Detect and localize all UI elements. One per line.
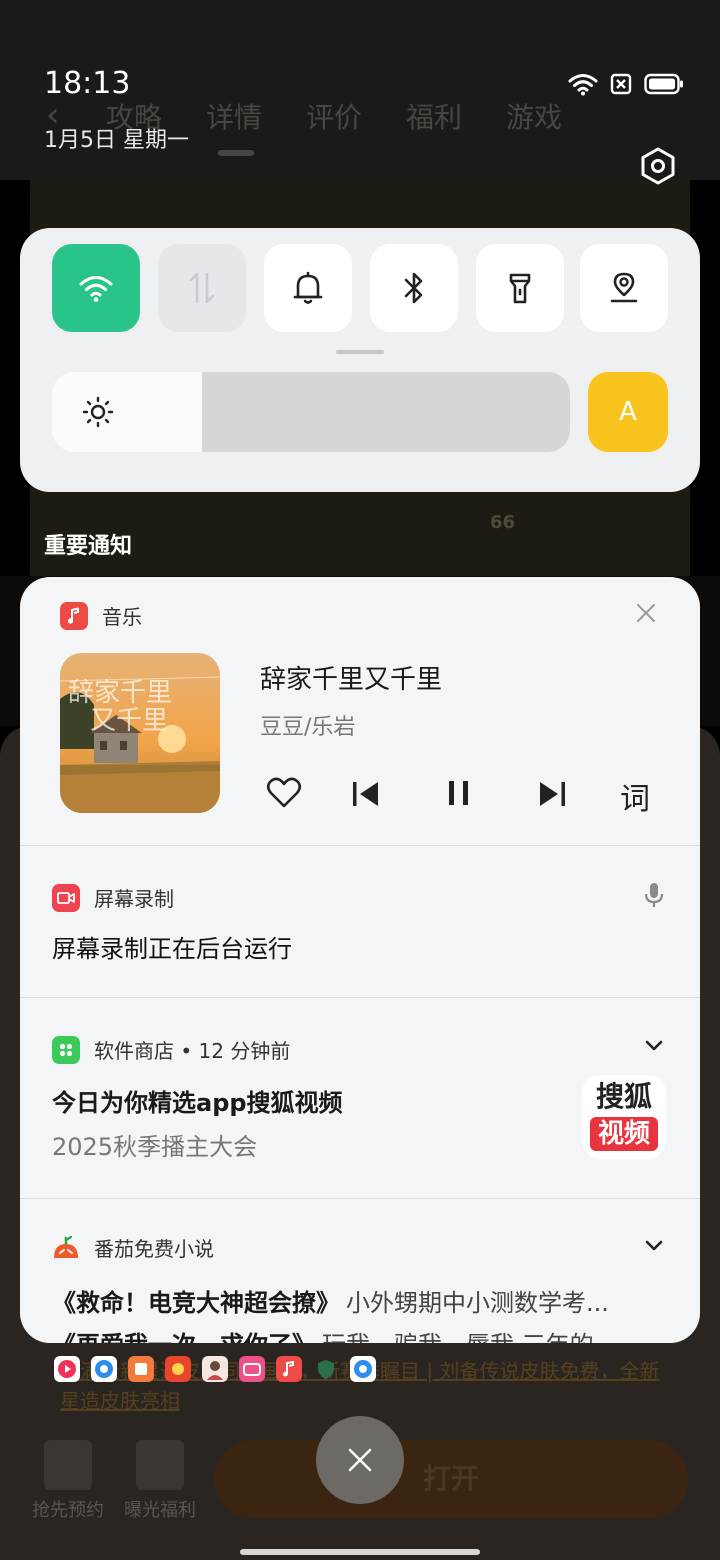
bg-tab-indicator (218, 150, 254, 156)
mobile-data-icon (186, 270, 218, 306)
screen-record-icon (52, 883, 80, 912)
screen-record-header: 屏幕录制 (52, 883, 174, 912)
status-date: 1月5日 星期一 (44, 128, 189, 153)
wifi-icon (78, 273, 114, 303)
app-store-title: 今日为你精选app搜狐视频 (52, 1089, 343, 1117)
notifications-section-title: 重要通知 (44, 534, 133, 559)
flashlight-icon (505, 270, 535, 306)
close-icon (346, 1446, 374, 1474)
divider (20, 845, 700, 846)
bg-tab: 游戏 (506, 101, 563, 134)
microphone-icon[interactable] (642, 881, 666, 909)
novel-item-desc: 玩我、骗我、辱我,三年的... (322, 1331, 617, 1343)
lyrics-button[interactable]: 词 (620, 774, 650, 818)
sun-icon (82, 396, 114, 428)
bluetooth-toggle[interactable] (370, 244, 458, 332)
home-indicator[interactable] (240, 1549, 480, 1555)
album-art[interactable]: 辞家千里 又千里 (60, 653, 220, 813)
play-app-icon (54, 1356, 80, 1382)
novel-item-title: 《救命！电竞大神超会撩》 (52, 1289, 340, 1317)
logo-text-top: 搜狐 (595, 1080, 652, 1113)
bell-icon (290, 270, 326, 306)
quick-settings-drag-handle[interactable] (336, 350, 384, 354)
song-artist: 豆豆/乐岩 (260, 715, 356, 740)
location-toggle[interactable] (580, 244, 668, 332)
bilibili-app-icon (239, 1356, 265, 1382)
location-pin-icon (607, 270, 641, 306)
mobile-data-toggle[interactable] (158, 244, 246, 332)
app-store-subtitle: 2025秋季播主大会 (52, 1133, 258, 1161)
books-app-icon (128, 1356, 154, 1382)
song-title: 辞家千里又千里 (260, 665, 443, 695)
no-sim-icon (610, 73, 632, 95)
flashlight-toggle[interactable] (476, 244, 564, 332)
browser-app-icon (350, 1356, 376, 1382)
bg-open-label: 打开 (422, 1462, 479, 1495)
status-icons (568, 72, 684, 96)
bg-thumbnail (44, 1440, 92, 1490)
close-icon[interactable] (636, 603, 656, 623)
bg-tab: 评价 (306, 101, 363, 134)
sohu-video-logo: 搜狐 视频 (582, 1075, 666, 1159)
bg-tab: 详情 (206, 101, 263, 134)
taobao-app-icon (165, 1356, 191, 1382)
bg-video-stat: 66 (490, 512, 516, 533)
tomato-icon (52, 1234, 80, 1262)
bluetooth-icon (399, 270, 429, 306)
app-store-app-name: 软件商店 • 12 分钟前 (94, 1039, 291, 1063)
chevron-down-icon[interactable] (644, 1239, 664, 1253)
app-store-header: 软件商店 • 12 分钟前 (52, 1035, 290, 1064)
wifi-toggle[interactable] (52, 244, 140, 332)
settings-gear-icon[interactable] (638, 146, 678, 186)
browser-app-icon (91, 1356, 117, 1382)
clear-all-button[interactable] (316, 1416, 404, 1504)
music-note-icon (60, 601, 88, 630)
novel-item-title: 《再爱我一次，求你了》 (52, 1331, 316, 1343)
bg-thumb-caption: 曝光福利 (124, 1500, 196, 1521)
battery-icon (644, 73, 684, 95)
bg-thumbnail (136, 1440, 184, 1490)
chevron-down-icon[interactable] (644, 1039, 664, 1053)
status-time: 18:13 (44, 66, 131, 101)
shield-app-icon (313, 1356, 339, 1382)
music-app-icon (276, 1356, 302, 1382)
next-track-icon[interactable] (536, 779, 568, 809)
divider (20, 1198, 700, 1199)
novel-item-desc: 小外甥期中小测数学考... (346, 1289, 609, 1317)
auto-brightness-button[interactable]: A (588, 372, 668, 452)
previous-track-icon[interactable] (350, 779, 382, 809)
svg-text:又千里: 又千里 (90, 706, 168, 736)
novel-item[interactable]: 《再爱我一次，求你了》玩我、骗我、辱我,三年的... (52, 1325, 668, 1343)
avatar-app-icon (202, 1356, 228, 1382)
notification-card: 音乐 辞家千里 又千里 辞家千里又千里 豆豆/乐岩 词 屏幕录制 屏幕录制正在后… (20, 577, 700, 1343)
brightness-slider[interactable] (52, 372, 570, 452)
bg-thumb-caption: 抢先预约 (32, 1500, 104, 1521)
heart-icon[interactable] (266, 777, 302, 809)
logo-text-bottom: 视频 (590, 1117, 658, 1151)
bg-tab: 福利 (406, 101, 463, 134)
music-app-name: 音乐 (102, 605, 142, 629)
collapsed-notification-icons[interactable] (54, 1356, 376, 1382)
app-store-icon (52, 1035, 80, 1064)
brightness-slider-fill (52, 372, 203, 452)
divider (20, 997, 700, 998)
screen-record-app-name: 屏幕录制 (94, 887, 174, 911)
novel-item[interactable]: 《救命！电竞大神超会撩》 小外甥期中小测数学考... (52, 1283, 668, 1318)
wifi-signal-icon (568, 72, 598, 96)
novel-app-name: 番茄免费小说 (94, 1237, 214, 1261)
music-app-header: 音乐 (60, 601, 142, 630)
ring-mode-toggle[interactable] (264, 244, 352, 332)
pause-icon[interactable] (444, 777, 474, 809)
svg-text:辞家千里: 辞家千里 (68, 678, 172, 708)
novel-app-header: 番茄免费小说 (52, 1233, 214, 1262)
quick-settings-panel: A (20, 228, 700, 492)
screen-record-message: 屏幕录制正在后台运行 (52, 935, 292, 963)
